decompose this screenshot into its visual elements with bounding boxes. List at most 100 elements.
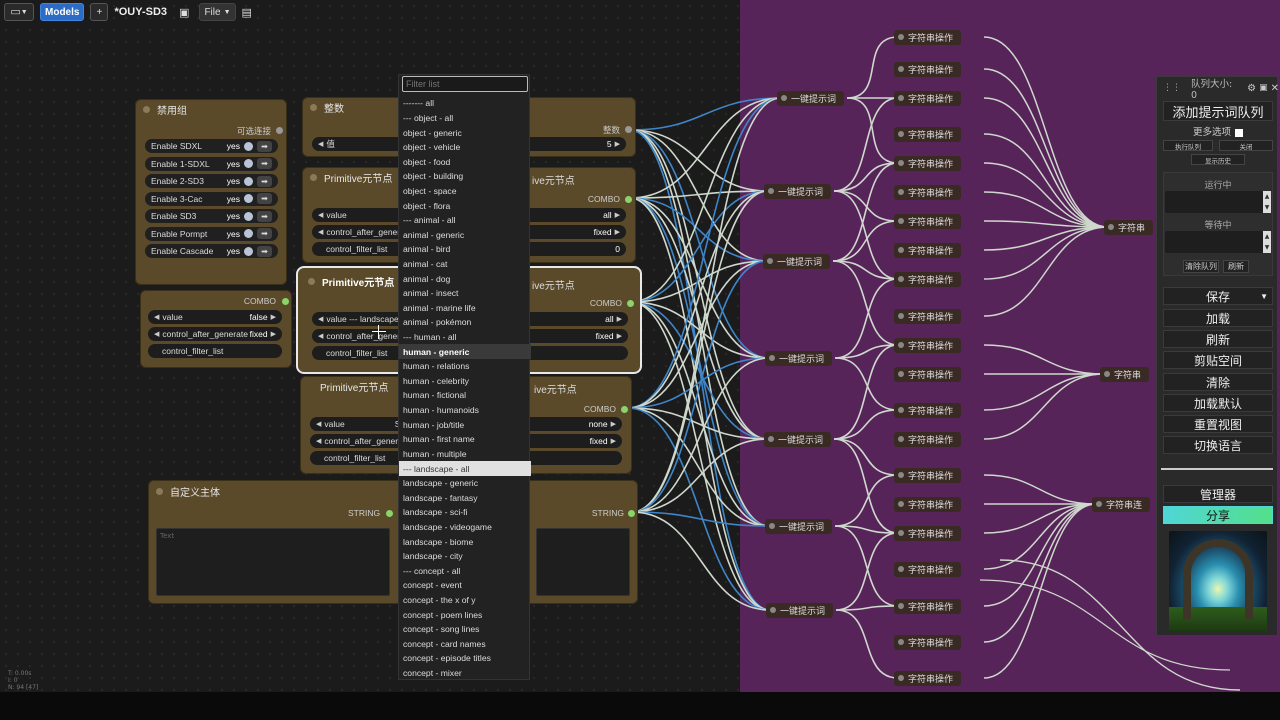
output-port-right[interactable]	[628, 510, 635, 517]
collapse-dot[interactable]	[310, 173, 317, 181]
pending-list[interactable]	[1165, 231, 1263, 253]
string-op-node[interactable]: 字符串操作	[894, 367, 962, 382]
dropdown-item[interactable]: animal - marine life	[399, 301, 531, 316]
switch-language-button[interactable]: 切换语言	[1163, 436, 1273, 454]
toggle-widget[interactable]: Enable 3-Cac yes ➡	[145, 191, 278, 206]
toggle-switch[interactable]	[244, 229, 253, 238]
arrow-right-icon[interactable]: ➡	[257, 245, 272, 257]
arrow-right-icon[interactable]: ➡	[257, 158, 272, 169]
dropdown-item[interactable]: ------- all	[399, 96, 531, 111]
dropdown-item[interactable]: animal - generic	[399, 227, 531, 242]
dropdown-item[interactable]: --- human - all	[399, 330, 531, 345]
string-op-node[interactable]: 字符串操作	[894, 526, 962, 541]
toggle-switch[interactable]	[244, 141, 253, 151]
string-op-node[interactable]: 字符串操作	[894, 30, 962, 45]
add-workflow-button[interactable]: +	[90, 3, 109, 21]
string-op-node[interactable]: 字符串操作	[894, 62, 962, 77]
image-icon[interactable]: ▣	[1259, 83, 1268, 93]
dropdown-item[interactable]: landscape - city	[399, 549, 531, 564]
string-op-node[interactable]: 字符串操作	[894, 243, 962, 258]
string-op-node[interactable]: 字符串操作	[894, 599, 962, 614]
dropdown-item[interactable]: --- concept - all	[399, 564, 531, 579]
string-op-node[interactable]: 字符串操作	[894, 214, 962, 229]
pending-scrollbar[interactable]: ▲ ▼	[1263, 231, 1271, 253]
output-port[interactable]	[627, 300, 634, 307]
filter-dropdown[interactable]: ------- all--- object - allobject - gene…	[398, 74, 531, 680]
clear-button[interactable]: 清除	[1163, 373, 1273, 391]
prompt-node[interactable]: 一键提示词	[764, 184, 832, 199]
dropdown-item[interactable]: object - building	[399, 169, 531, 184]
prompt-node[interactable]: 一键提示词	[777, 91, 845, 106]
string-op-node[interactable]: 字符串操作	[894, 497, 962, 512]
dropdown-item[interactable]: concept - song lines	[399, 622, 531, 637]
dropdown-item[interactable]: object - vehicle	[399, 140, 531, 155]
arrow-right-icon[interactable]: ➡	[257, 228, 272, 239]
prompt-node[interactable]: 一键提示词	[765, 351, 833, 366]
drag-handle-icon[interactable]: ⋮⋮	[1163, 83, 1181, 93]
show-history-button[interactable]: 显示历史	[1191, 154, 1245, 165]
combo-node-left[interactable]: COMBO ◀ value false ▶ ◀ control_after_genera…	[140, 290, 292, 368]
dropdown-item[interactable]: human - job/title	[399, 417, 531, 432]
control-after-generate-widget[interactable]: ◀ control_after_generate fixed ▶	[148, 327, 282, 341]
string-op-node[interactable]: 字符串操作	[894, 309, 962, 324]
control-filter-list-widget[interactable]: control_filter_list	[148, 344, 282, 358]
string-op-node[interactable]: 字符串操作	[894, 127, 962, 142]
arrow-right-icon[interactable]: ➡	[257, 210, 272, 222]
file-menu-button[interactable]: File ▼	[199, 3, 236, 21]
toggle-widget[interactable]: Enable Cascade yes ➡	[145, 244, 278, 258]
dropdown-item[interactable]: human - relations	[399, 359, 531, 374]
prompt-node[interactable]: 一键提示词	[763, 254, 831, 269]
prompt-node[interactable]: 一键提示词	[765, 519, 833, 534]
dropdown-item[interactable]: animal - bird	[399, 242, 531, 257]
toggle-switch[interactable]	[244, 176, 253, 186]
string-join-node[interactable]: 字符串连	[1092, 497, 1151, 512]
output-port[interactable]	[625, 196, 632, 203]
dropdown-item[interactable]: --- object - all	[399, 111, 531, 126]
more-options-checkbox[interactable]	[1235, 128, 1243, 137]
dropdown-item[interactable]: object - generic	[399, 125, 531, 140]
string-op-node[interactable]: 字符串操作	[894, 156, 962, 171]
dropdown-item[interactable]: landscape - generic	[399, 476, 531, 491]
collapse-dot[interactable]	[143, 105, 150, 113]
collapse-dot[interactable]	[308, 277, 315, 285]
execute-queue-button[interactable]: 执行队列	[1163, 140, 1213, 151]
string-op-node[interactable]: 字符串操作	[894, 185, 962, 200]
dropdown-item[interactable]: human - celebrity	[399, 374, 531, 389]
collapse-dot[interactable]	[310, 103, 317, 111]
preview-thumbnail[interactable]	[1169, 531, 1267, 631]
string-op-node[interactable]: 字符串操作	[894, 671, 962, 686]
filter-list-input[interactable]	[402, 76, 528, 92]
text-input[interactable]: Text	[156, 528, 390, 596]
refresh-button[interactable]: 刷新	[1163, 330, 1273, 348]
output-port[interactable]	[276, 127, 283, 134]
custom-subject-node[interactable]: 自定义主体 STRING STRING Text	[148, 480, 638, 604]
workflow-menu-button[interactable]: ▭ ▼	[4, 3, 34, 21]
disable-group-node[interactable]: 禁用组 可选连接 Enable SDXL yes ➡ Enable 1-SDXL yes…	[135, 99, 287, 285]
clipspace-button[interactable]: 剪贴空间	[1163, 351, 1273, 369]
close-button[interactable]: 关闭	[1219, 140, 1273, 151]
toggle-switch[interactable]	[244, 159, 253, 168]
dropdown-item[interactable]: human - first name	[399, 432, 531, 447]
toggle-switch[interactable]	[244, 194, 253, 203]
toggle-widget[interactable]: Enable Pormpt yes ➡	[145, 226, 278, 241]
string-op-node[interactable]: 字符串操作	[894, 403, 962, 418]
dropdown-item[interactable]: animal - insect	[399, 286, 531, 301]
dropdown-item[interactable]: human - multiple	[399, 447, 531, 462]
reset-view-button[interactable]: 重置视图	[1163, 415, 1273, 433]
dropdown-item[interactable]: concept - episode titles	[399, 651, 531, 666]
image-icon[interactable]: ▣	[179, 7, 189, 18]
close-icon[interactable]: ✕	[1271, 83, 1279, 94]
dropdown-item[interactable]: object - space	[399, 184, 531, 199]
toggle-widget[interactable]: Enable SD3 yes ➡	[145, 209, 278, 223]
dropdown-item[interactable]: landscape - sci-fi	[399, 505, 531, 520]
string-join-node[interactable]: 字符串	[1100, 367, 1150, 382]
dropdown-item[interactable]: object - food	[399, 154, 531, 169]
output-port[interactable]	[621, 406, 628, 413]
running-list[interactable]	[1165, 191, 1263, 213]
dropdown-item[interactable]: animal - cat	[399, 257, 531, 272]
string-op-node[interactable]: 字符串操作	[894, 338, 962, 353]
dropdown-item[interactable]: landscape - biome	[399, 534, 531, 549]
dropdown-item[interactable]: --- landscape - all	[399, 461, 531, 476]
dropdown-item[interactable]: human - fictional	[399, 388, 531, 403]
arrow-right-icon[interactable]: ➡	[257, 140, 272, 152]
